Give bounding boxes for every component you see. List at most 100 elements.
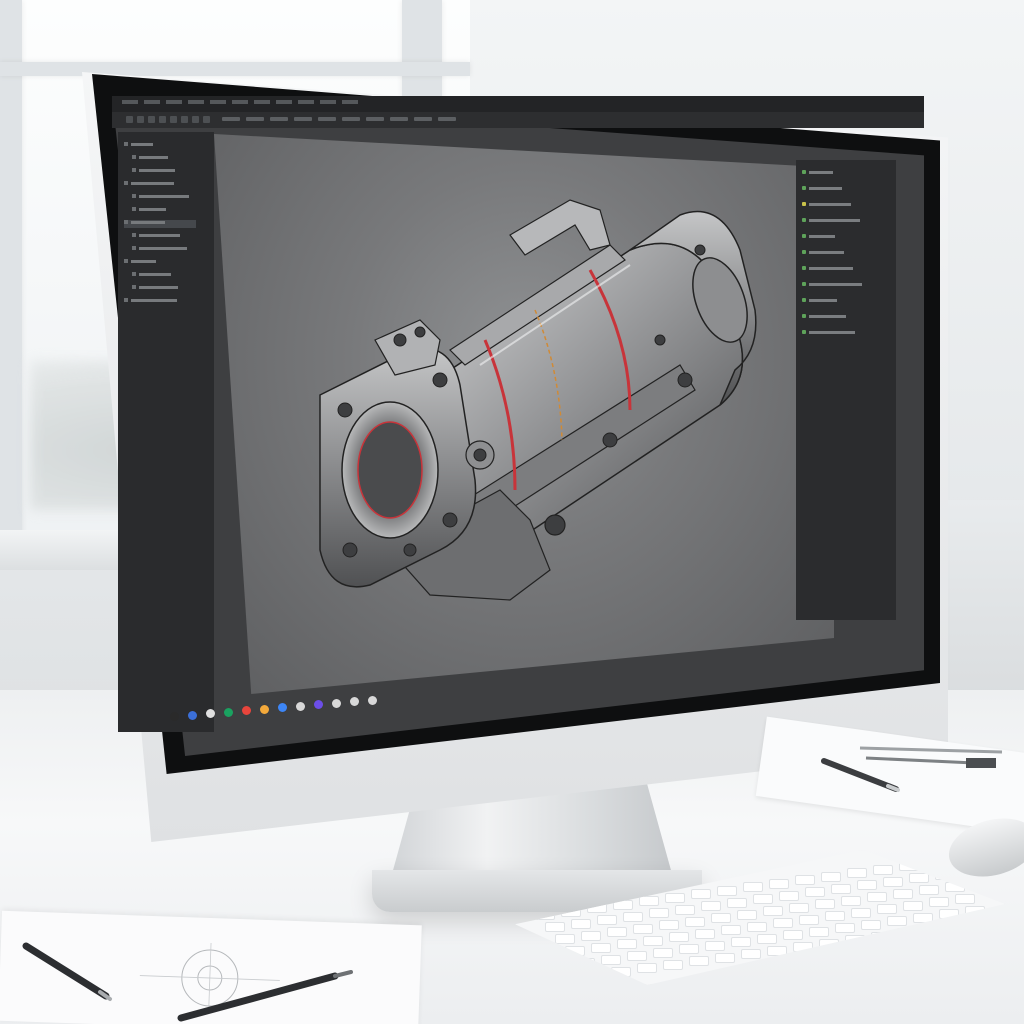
tree-row[interactable] [132, 272, 204, 280]
key[interactable] [763, 906, 783, 916]
property-row[interactable] [802, 218, 888, 226]
rotate-icon[interactable] [148, 116, 155, 123]
tree-row[interactable] [132, 155, 204, 163]
key[interactable] [795, 875, 815, 885]
tree-row[interactable] [132, 168, 204, 176]
key[interactable] [919, 885, 939, 895]
toolbar-tab[interactable] [294, 117, 312, 121]
key[interactable] [767, 945, 787, 956]
app-icon[interactable] [224, 707, 233, 717]
menu-item[interactable] [298, 100, 314, 104]
key[interactable] [731, 937, 751, 947]
menu-item[interactable] [276, 100, 292, 104]
key[interactable] [663, 959, 683, 970]
key[interactable] [639, 896, 659, 906]
key[interactable] [747, 921, 767, 932]
app-icon[interactable] [278, 703, 287, 712]
app-icon[interactable] [314, 700, 323, 709]
key[interactable] [887, 916, 907, 926]
key[interactable] [867, 892, 887, 902]
tree-row[interactable] [132, 194, 204, 202]
key[interactable] [821, 871, 841, 882]
property-row[interactable] [802, 330, 888, 338]
tree-row[interactable] [132, 246, 204, 254]
menu-item[interactable] [232, 100, 248, 104]
key[interactable] [705, 940, 725, 951]
menu-item[interactable] [122, 100, 138, 104]
select-icon[interactable] [126, 116, 133, 123]
key[interactable] [711, 913, 731, 923]
key[interactable] [571, 918, 591, 929]
app-icon[interactable] [260, 704, 269, 714]
key[interactable] [653, 947, 673, 958]
key[interactable] [591, 942, 611, 953]
tree-row[interactable] [124, 142, 196, 150]
toolbar-tab[interactable] [414, 117, 432, 121]
key[interactable] [831, 883, 851, 894]
menu-item[interactable] [188, 100, 204, 104]
menu-item[interactable] [166, 100, 182, 104]
app-icon[interactable] [206, 709, 215, 718]
key[interactable] [685, 916, 705, 927]
key[interactable] [769, 878, 789, 889]
app-icon[interactable] [242, 706, 251, 715]
key[interactable] [607, 927, 627, 937]
app-icon[interactable] [188, 710, 197, 720]
property-row[interactable] [802, 266, 888, 274]
key[interactable] [623, 911, 643, 922]
key[interactable] [679, 944, 699, 954]
pan-icon[interactable] [170, 116, 177, 123]
section-icon[interactable] [192, 116, 199, 123]
key[interactable] [741, 949, 761, 959]
key[interactable] [825, 911, 845, 921]
app-icon[interactable] [368, 695, 377, 705]
property-row[interactable] [802, 170, 888, 178]
start-icon[interactable] [170, 712, 179, 721]
property-row[interactable] [802, 186, 888, 194]
key[interactable] [779, 890, 799, 901]
key[interactable] [757, 933, 777, 944]
key[interactable] [715, 952, 735, 963]
menu-item[interactable] [320, 100, 336, 104]
toolbar-tab[interactable] [270, 117, 288, 121]
key[interactable] [799, 914, 819, 925]
key[interactable] [903, 900, 923, 911]
toolbar-tab[interactable] [222, 117, 240, 121]
key[interactable] [753, 894, 773, 904]
toolbar-tab[interactable] [342, 117, 360, 121]
tree-row[interactable] [132, 233, 204, 241]
app-icon[interactable] [350, 697, 359, 706]
key[interactable] [659, 920, 679, 930]
key[interactable] [581, 930, 601, 941]
key[interactable] [691, 889, 711, 899]
toolbar-tab[interactable] [366, 117, 384, 121]
property-row[interactable] [802, 282, 888, 290]
key[interactable] [835, 923, 855, 933]
key[interactable] [955, 893, 975, 904]
toolbar-tab[interactable] [390, 117, 408, 121]
menu-item[interactable] [254, 100, 270, 104]
key[interactable] [805, 887, 825, 897]
tree-row[interactable] [124, 298, 196, 306]
key[interactable] [545, 922, 565, 932]
key[interactable] [877, 904, 897, 914]
key[interactable] [555, 934, 575, 944]
property-row[interactable] [802, 202, 888, 210]
gearbox-housing-model-icon[interactable] [300, 190, 770, 620]
zoom-icon[interactable] [159, 116, 166, 123]
key[interactable] [847, 868, 867, 878]
property-row[interactable] [802, 298, 888, 306]
key[interactable] [783, 930, 803, 940]
key[interactable] [665, 892, 685, 903]
key[interactable] [721, 925, 741, 935]
render-icon[interactable] [203, 116, 210, 123]
key[interactable] [773, 918, 793, 928]
key[interactable] [883, 876, 903, 887]
key[interactable] [893, 888, 913, 899]
measure-icon[interactable] [181, 116, 188, 123]
key[interactable] [597, 915, 617, 925]
key[interactable] [701, 901, 721, 911]
key[interactable] [743, 882, 763, 892]
key[interactable] [637, 963, 657, 973]
key[interactable] [861, 919, 881, 930]
